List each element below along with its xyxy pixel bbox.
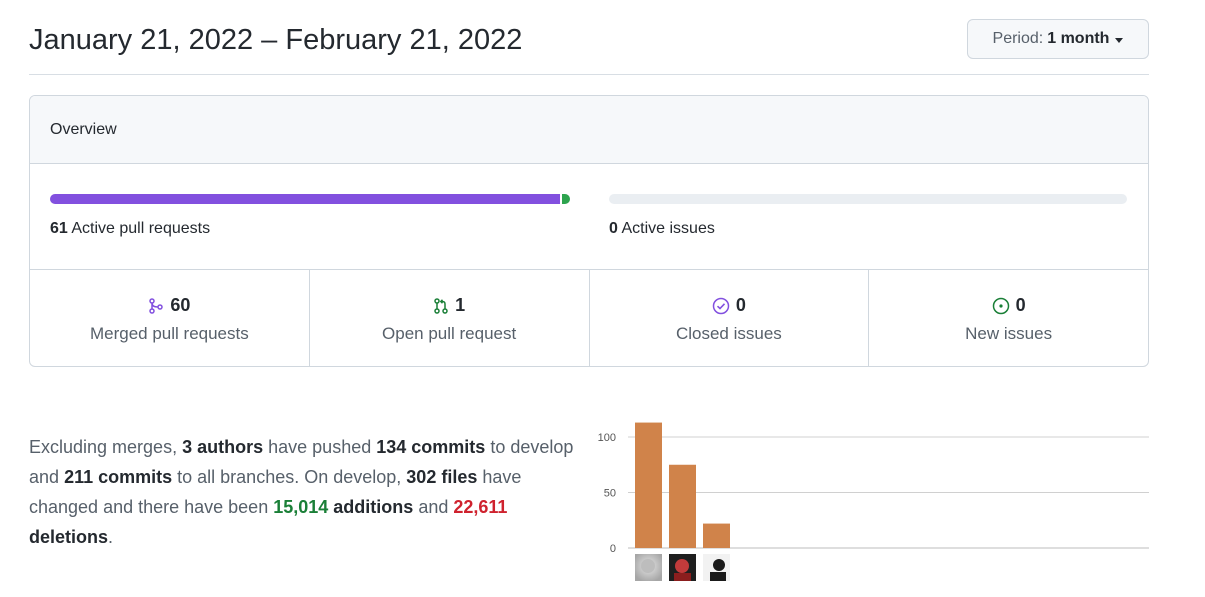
summary-text-6: and	[418, 497, 449, 517]
overview-title: Overview	[50, 120, 117, 138]
open-pull-request-label: Open pull request	[382, 323, 517, 343]
avatar-detail	[710, 572, 726, 581]
commits-by-author-chart: 0 50 100	[598, 422, 1149, 581]
merged-pull-requests-label: Merged pull requests	[89, 323, 249, 343]
merged-pr-icon	[149, 297, 164, 314]
new-issue-icon	[992, 297, 1009, 314]
pull-request-progress-bar	[50, 194, 570, 204]
bar-author-1	[635, 422, 662, 548]
summary-text-4: to all branches. On develop,	[177, 467, 402, 487]
active-pull-requests-count: 61	[50, 220, 68, 237]
period-label: Period:	[992, 30, 1044, 47]
active-pull-requests-link[interactable]: 61 Active pull requests	[50, 220, 210, 238]
merged-pull-requests-count: 60	[170, 295, 191, 315]
summary-text-7: .	[108, 527, 114, 547]
avatar-detail	[674, 573, 691, 581]
bar-author-3	[703, 523, 730, 548]
active-issues-link[interactable]: 0 Active issues	[609, 220, 715, 238]
merged-progress-segment	[50, 194, 560, 204]
files-changed: 302 files	[406, 467, 478, 487]
deletions-count: 22,611	[453, 497, 508, 517]
deletions-word: deletions	[29, 527, 109, 547]
commit-summary: Excluding merges, 3 authors have pushed …	[29, 432, 594, 552]
active-issues-count: 0	[609, 220, 618, 237]
avatar-detail	[641, 559, 655, 573]
additions-word: additions	[333, 497, 414, 517]
active-issues-label: Active issues	[621, 220, 715, 237]
date-range-title: January 21, 2022 – February 21, 2022	[29, 24, 523, 56]
summary-text-2: have pushed	[268, 437, 372, 457]
overview-box: Overview 61 Active pull requests 0 Activ…	[29, 95, 1149, 367]
overview-stats: 60 Merged pull requests 1 Open pull requ…	[30, 270, 1148, 366]
y-tick-label: 50	[604, 488, 616, 500]
period-value: 1 month	[1047, 30, 1110, 47]
page-header: January 21, 2022 – February 21, 2022 Per…	[29, 0, 1149, 75]
closed-issues-label: Closed issues	[675, 323, 782, 343]
new-issues-label: New issues	[965, 323, 1053, 343]
merged-pull-requests-stat[interactable]: 60 Merged pull requests	[30, 270, 310, 366]
overview-progress-section: 61 Active pull requests 0 Active issues	[30, 164, 1148, 270]
y-tick-label: 100	[598, 432, 616, 444]
default-branch-commits: 134 commits	[376, 437, 486, 457]
issue-progress-bar	[609, 194, 1127, 204]
active-pull-requests-label: Active pull requests	[71, 220, 211, 237]
y-tick-label: 0	[610, 543, 616, 555]
open-pull-request-stat[interactable]: 1 Open pull request	[310, 270, 590, 366]
open-pull-request-count: 1	[455, 295, 466, 315]
closed-issues-stat[interactable]: 0 Closed issues	[590, 270, 870, 366]
avatar-detail	[675, 559, 689, 573]
closed-issues-count: 0	[735, 295, 746, 315]
caret-down-icon	[1115, 37, 1124, 43]
avatar-detail	[713, 559, 725, 571]
open-pr-icon	[434, 297, 448, 314]
all-branches-commits: 211 commits	[64, 467, 173, 487]
closed-issue-icon	[712, 297, 730, 314]
summary-text-1: Excluding merges,	[29, 437, 178, 457]
bar-author-2	[669, 464, 696, 548]
overview-header: Overview	[30, 96, 1148, 164]
new-issues-stat[interactable]: 0 New issues	[869, 270, 1148, 366]
open-progress-segment	[561, 194, 570, 204]
authors-count: 3 authors	[182, 437, 264, 457]
new-issues-count: 0	[1015, 295, 1026, 315]
additions-count: 15,014	[273, 497, 329, 517]
period-dropdown-button[interactable]: Period: 1 month	[967, 19, 1149, 59]
